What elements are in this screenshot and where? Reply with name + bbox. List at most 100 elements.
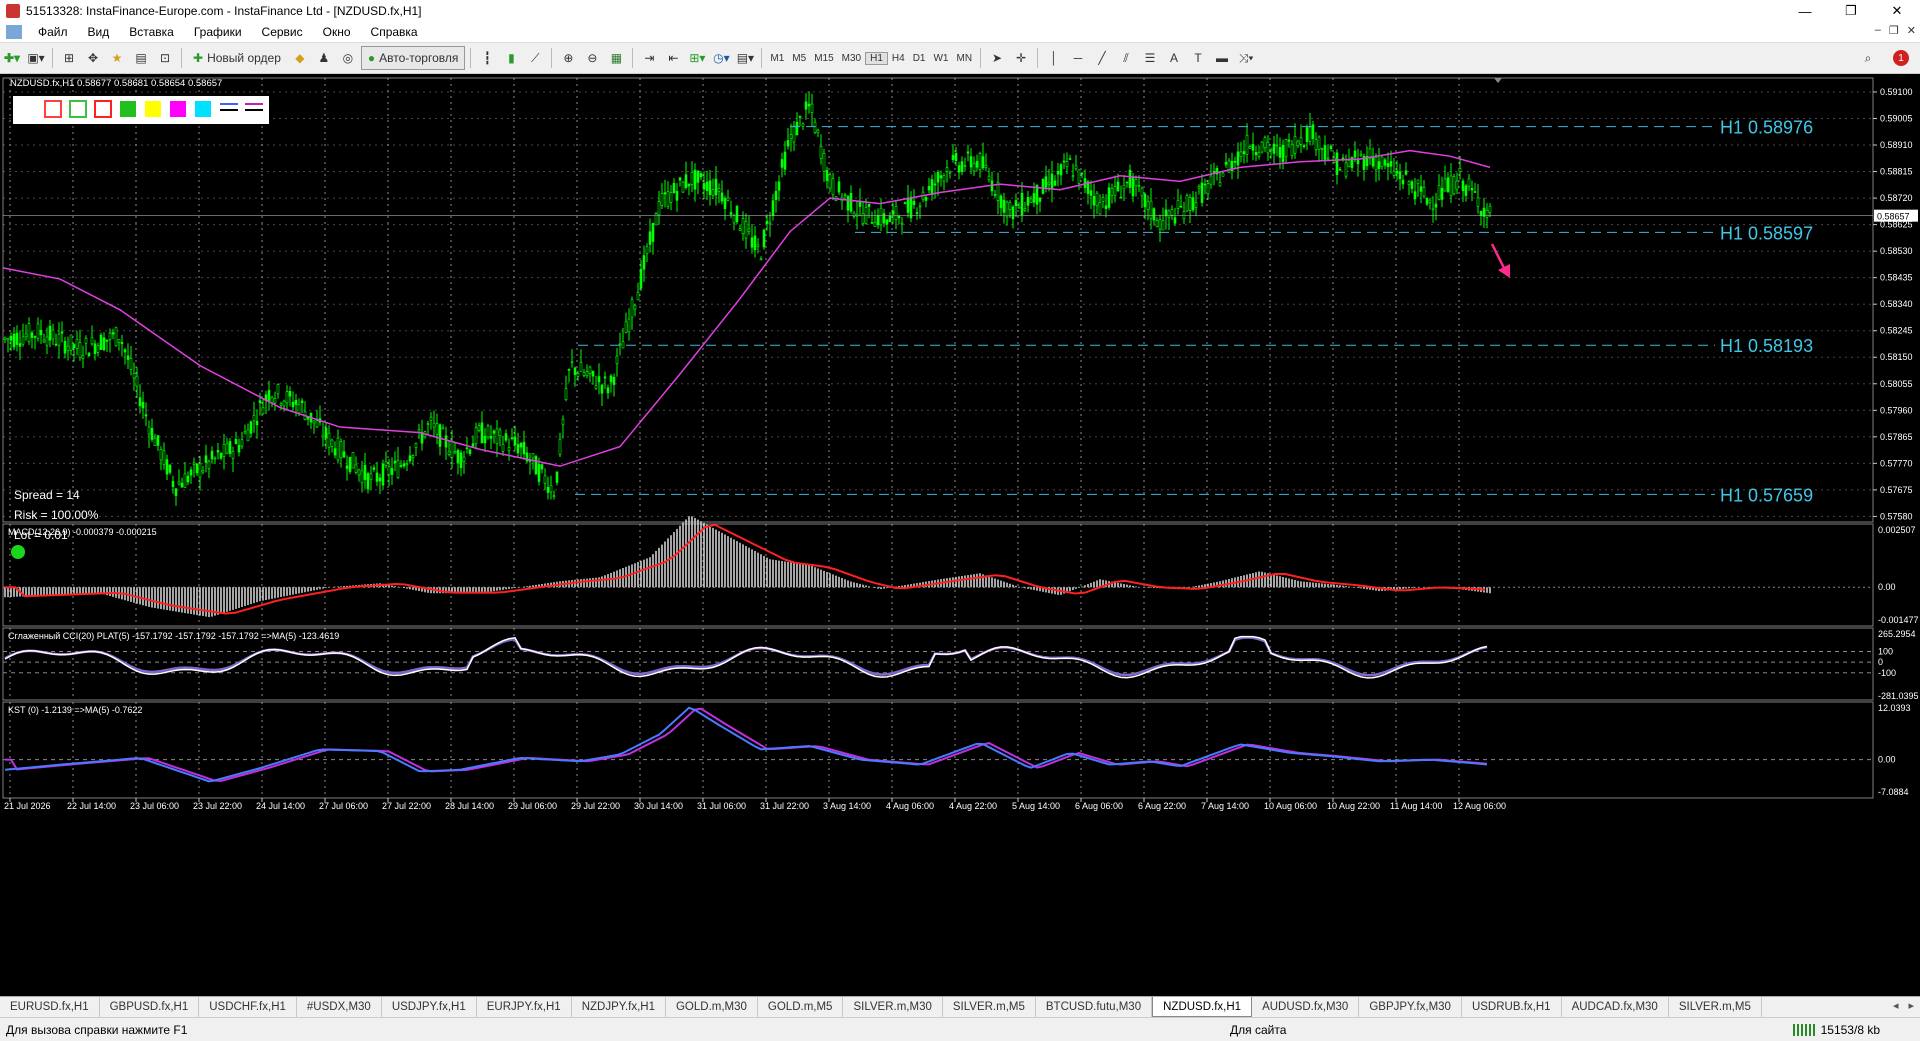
tab-audcad-fx-m30[interactable]: AUDCAD.fx,M30 bbox=[1562, 997, 1669, 1017]
menu-charts[interactable]: Графики bbox=[184, 25, 252, 39]
timeframe-m1[interactable]: M1 bbox=[766, 53, 788, 64]
equidistant-channel-icon[interactable]: ⫽ bbox=[1115, 47, 1137, 69]
notification-icon[interactable]: 1 bbox=[1893, 50, 1909, 66]
tab-eurusd-fx-h1[interactable]: EURUSD.fx,H1 bbox=[0, 997, 100, 1017]
timeframe-d1[interactable]: D1 bbox=[909, 53, 930, 64]
periods-icon[interactable]: ◷▾ bbox=[710, 47, 732, 69]
menu-tools[interactable]: Сервис bbox=[252, 25, 313, 39]
strategy-tester-icon[interactable]: ⊡ bbox=[154, 47, 176, 69]
candle-body bbox=[1095, 192, 1099, 207]
menu-help[interactable]: Справка bbox=[361, 25, 428, 39]
candle-body bbox=[1167, 210, 1171, 218]
arrows-icon[interactable]: ▬ bbox=[1211, 47, 1233, 69]
candlestick-icon[interactable]: ▮ bbox=[500, 47, 522, 69]
signals-icon[interactable]: ♟ bbox=[313, 47, 335, 69]
maximize-button[interactable]: ❐ bbox=[1828, 0, 1874, 22]
candle-body bbox=[954, 153, 958, 162]
chart-shift-icon[interactable]: ⇤ bbox=[662, 47, 684, 69]
search-icon[interactable]: ⌕ bbox=[1857, 47, 1879, 69]
tab-nzdusd-fx-h1[interactable]: NZDUSD.fx,H1 bbox=[1152, 997, 1253, 1017]
tab-nzdjpy-fx-h1[interactable]: NZDJPY.fx,H1 bbox=[572, 997, 666, 1017]
tab-audusd-fx-m30[interactable]: AUDUSD.fx,M30 bbox=[1252, 997, 1360, 1017]
timeframe-h1[interactable]: H1 bbox=[865, 51, 888, 65]
mdi-close-icon[interactable]: ✕ bbox=[1907, 24, 1916, 37]
close-button[interactable]: ✕ bbox=[1874, 0, 1920, 22]
new-chart-icon[interactable]: ✚▾ bbox=[1, 47, 23, 69]
status-profile: Для сайта bbox=[1230, 1022, 1287, 1037]
more-objects-icon[interactable]: ⤨▾ bbox=[1235, 47, 1257, 69]
candle-body bbox=[1374, 157, 1378, 171]
trendline-icon[interactable]: ╱ bbox=[1091, 47, 1113, 69]
timeframe-h4[interactable]: H4 bbox=[888, 53, 909, 64]
tab-next-icon[interactable]: ▸ bbox=[1908, 999, 1914, 1012]
vertical-line-icon[interactable]: │ bbox=[1043, 47, 1065, 69]
tab-silver-m-m5[interactable]: SILVER.m,M5 bbox=[943, 997, 1036, 1017]
data-window-icon[interactable]: ✥ bbox=[82, 47, 104, 69]
tab-gold-m-m5[interactable]: GOLD.m,M5 bbox=[758, 997, 844, 1017]
auto-trading-button[interactable]: ● Авто-торговля bbox=[360, 46, 466, 70]
menu-file[interactable]: Файл bbox=[28, 25, 78, 39]
new-order-button[interactable]: ✚ Новый ордер bbox=[187, 46, 287, 70]
text-icon[interactable]: A bbox=[1163, 47, 1185, 69]
market-icon[interactable]: ◎ bbox=[337, 47, 359, 69]
bar-chart-icon[interactable]: ┇ bbox=[476, 47, 498, 69]
tab--usdx-m30[interactable]: #USDX,M30 bbox=[297, 997, 382, 1017]
indicators-icon[interactable]: ⊞▾ bbox=[686, 47, 708, 69]
text-label-icon[interactable]: T bbox=[1187, 47, 1209, 69]
candle-body bbox=[492, 430, 496, 434]
market-watch-icon[interactable]: ⊞ bbox=[58, 47, 80, 69]
zoom-out-icon[interactable]: ⊖ bbox=[581, 47, 603, 69]
menu-window[interactable]: Окно bbox=[313, 25, 361, 39]
tab-silver-m-m5[interactable]: SILVER.m,M5 bbox=[1669, 997, 1762, 1017]
candle-body bbox=[1281, 144, 1285, 163]
chart-canvas[interactable]: H1 0.58976 H1 0.58597 H1 0.58193 H1 0.57659… bbox=[0, 74, 1920, 996]
auto-scroll-icon[interactable]: ⇥ bbox=[638, 47, 660, 69]
tab-gbpjpy-fx-m30[interactable]: GBPJPY.fx,M30 bbox=[1359, 997, 1462, 1017]
candle-body bbox=[537, 464, 541, 482]
candle-body bbox=[1290, 144, 1294, 156]
timeframe-m30[interactable]: M30 bbox=[838, 53, 865, 64]
templates-icon[interactable]: ▤▾ bbox=[734, 47, 756, 69]
line-chart-icon[interactable]: ⟋ bbox=[524, 47, 546, 69]
tile-windows-icon[interactable]: ▦ bbox=[605, 47, 627, 69]
metaeditor-icon[interactable]: ◆ bbox=[289, 47, 311, 69]
tab-gbpusd-fx-h1[interactable]: GBPUSD.fx,H1 bbox=[100, 997, 200, 1017]
chart-window[interactable]: H1 0.58976 H1 0.58597 H1 0.58193 H1 0.57659… bbox=[0, 74, 1920, 996]
horizontal-line-icon[interactable]: ─ bbox=[1067, 47, 1089, 69]
candle-body bbox=[27, 323, 31, 343]
tab-btcusd-futu-m30[interactable]: BTCUSD.futu,M30 bbox=[1036, 997, 1153, 1017]
minimize-button[interactable]: — bbox=[1782, 0, 1828, 22]
tab-usdrub-fx-h1[interactable]: USDRUB.fx,H1 bbox=[1462, 997, 1562, 1017]
tab-silver-m-m30[interactable]: SILVER.m,M30 bbox=[843, 997, 943, 1017]
cursor-icon[interactable]: ➤ bbox=[986, 47, 1008, 69]
candle-body bbox=[180, 482, 184, 488]
navigator-icon[interactable]: ★ bbox=[106, 47, 128, 69]
crosshair-icon[interactable]: ✛ bbox=[1010, 47, 1032, 69]
candle-body bbox=[210, 450, 214, 460]
fibonacci-icon[interactable]: ☰ bbox=[1139, 47, 1161, 69]
tab-gold-m-m30[interactable]: GOLD.m,M30 bbox=[666, 997, 758, 1017]
kst-pane: KST (0) -1.2139 =>MA(5) -0.7622 bbox=[3, 705, 1873, 783]
mdi-minimize-icon[interactable]: – bbox=[1875, 24, 1881, 37]
terminal-icon[interactable]: ▤ bbox=[130, 47, 152, 69]
timeframe-mn[interactable]: MN bbox=[952, 53, 976, 64]
mdi-restore-icon[interactable]: ❐ bbox=[1889, 24, 1899, 37]
menu-view[interactable]: Вид bbox=[78, 25, 120, 39]
timeframe-m15[interactable]: M15 bbox=[810, 53, 837, 64]
menu-insert[interactable]: Вставка bbox=[119, 25, 184, 39]
candle-body bbox=[366, 473, 370, 490]
candle-body bbox=[1410, 181, 1414, 189]
tab-usdjpy-fx-h1[interactable]: USDJPY.fx,H1 bbox=[382, 997, 477, 1017]
candle-body bbox=[447, 451, 451, 455]
profiles-icon[interactable]: ▣▾ bbox=[25, 47, 47, 69]
tab-prev-icon[interactable]: ◂ bbox=[1893, 999, 1899, 1012]
tab-eurjpy-fx-h1[interactable]: EURJPY.fx,H1 bbox=[477, 997, 572, 1017]
timeframe-m5[interactable]: M5 bbox=[788, 53, 810, 64]
candle-body bbox=[1173, 217, 1177, 224]
zoom-in-icon[interactable]: ⊕ bbox=[557, 47, 579, 69]
candle-body bbox=[207, 461, 211, 469]
candle-body bbox=[531, 453, 535, 459]
timeframe-w1[interactable]: W1 bbox=[929, 53, 952, 64]
tab-usdchf-fx-h1[interactable]: USDCHF.fx,H1 bbox=[199, 997, 297, 1017]
time-axis-label: 31 Jul 06:00 bbox=[697, 801, 746, 811]
